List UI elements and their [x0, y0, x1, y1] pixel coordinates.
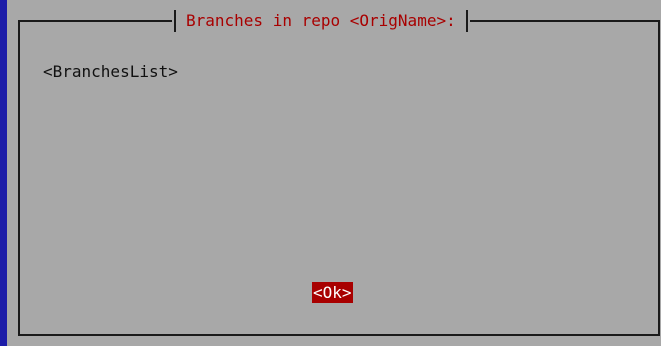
dialog-title: Branches in repo <OrigName>:	[186, 11, 456, 30]
title-right-tick	[465, 10, 468, 32]
branches-list-text: <BranchesList>	[43, 62, 178, 81]
dialog-window: Branches in repo <OrigName>: <BranchesLi…	[7, 0, 661, 346]
ok-button[interactable]: <Ok>	[312, 282, 353, 303]
dialog-title-bar: Branches in repo <OrigName>:	[172, 10, 470, 32]
terminal-screen: Branches in repo <OrigName>: <BranchesLi…	[0, 0, 661, 346]
